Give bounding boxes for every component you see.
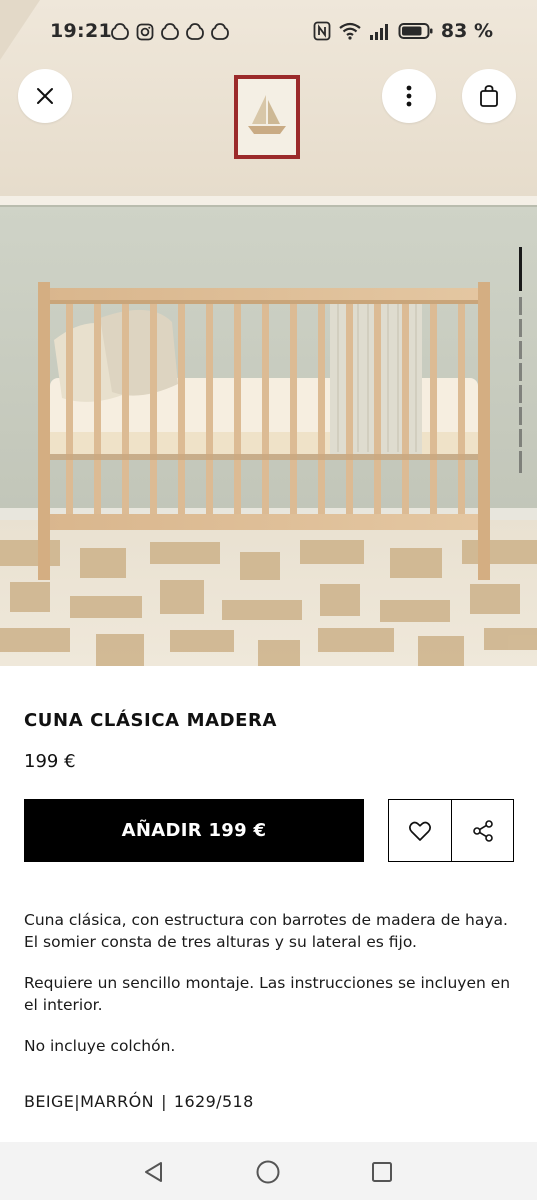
notification-icons <box>110 22 230 42</box>
gallery-indicator-dot <box>519 407 522 425</box>
nav-home-button[interactable] <box>255 1159 281 1185</box>
favorite-button[interactable] <box>389 800 451 861</box>
recents-square-icon <box>372 1162 392 1182</box>
more-options-button[interactable] <box>382 69 436 123</box>
instagram-icon <box>136 23 154 41</box>
status-indicators: 83 % <box>313 20 493 42</box>
cart-button[interactable] <box>462 69 516 123</box>
signal-icon <box>369 24 388 40</box>
description-paragraph: Cuna clásica, con estructura con barrote… <box>24 911 508 951</box>
product-image[interactable] <box>0 0 537 666</box>
gallery-indicator-dot <box>519 385 522 403</box>
meta-separator: | <box>161 1092 167 1111</box>
nfc-icon <box>313 21 331 41</box>
gallery-indicator-dot <box>519 297 522 315</box>
gallery-indicator-dot <box>519 363 522 381</box>
status-bar: 19:21 83 % <box>0 0 537 62</box>
product-reference: 1629/518 <box>173 1092 254 1111</box>
app-notification-icon <box>111 23 129 40</box>
nav-back-button[interactable] <box>141 1159 167 1185</box>
gallery-indicator-active <box>519 247 522 291</box>
wifi-icon <box>339 22 361 40</box>
secondary-actions <box>388 799 514 862</box>
app-notification-icon <box>161 23 179 40</box>
wall-art <box>234 75 300 159</box>
close-icon <box>37 88 53 104</box>
gallery-indicator-dot <box>519 451 522 473</box>
more-vertical-icon <box>406 85 412 107</box>
home-circle-icon <box>256 1160 280 1184</box>
share-button[interactable] <box>451 800 513 861</box>
product-description: Cuna clásica, con estructura con barrote… <box>24 910 514 1078</box>
shopping-bag-icon <box>480 85 498 107</box>
gallery-indicator-dot <box>519 319 522 337</box>
gallery-scroll-indicator[interactable] <box>519 247 522 473</box>
nav-recents-button[interactable] <box>369 1159 395 1185</box>
product-title: CUNA CLÁSICA MADERA <box>24 710 278 731</box>
product-actions: AÑADIR 199 € <box>24 799 514 862</box>
description-paragraph: Requiere un sencillo montaje. Las instru… <box>24 974 511 1014</box>
share-icon <box>472 819 493 842</box>
close-button[interactable] <box>18 69 72 123</box>
crib-photo <box>0 0 537 666</box>
back-triangle-icon <box>145 1162 162 1182</box>
product-info: CUNA CLÁSICA MADERA 199 € <box>24 710 514 772</box>
heart-icon <box>409 821 431 841</box>
app-notification-icon <box>211 23 229 40</box>
add-to-cart-button[interactable]: AÑADIR 199 € <box>24 799 364 862</box>
system-navigation-bar <box>0 1142 537 1200</box>
product-color: BEIGE|MARRÓN <box>24 1092 155 1111</box>
product-meta: BEIGE|MARRÓN | 1629/518 <box>24 1092 254 1111</box>
app-notification-icon <box>186 23 204 40</box>
battery-percent: 83 % <box>440 20 493 42</box>
product-price: 199 € <box>24 751 76 772</box>
description-paragraph: No incluye colchón. <box>24 1037 176 1055</box>
gallery-indicator-dot <box>519 341 522 359</box>
battery-icon <box>398 23 433 39</box>
gallery-indicator-dot <box>519 429 522 447</box>
status-time: 19:21 <box>50 20 112 42</box>
